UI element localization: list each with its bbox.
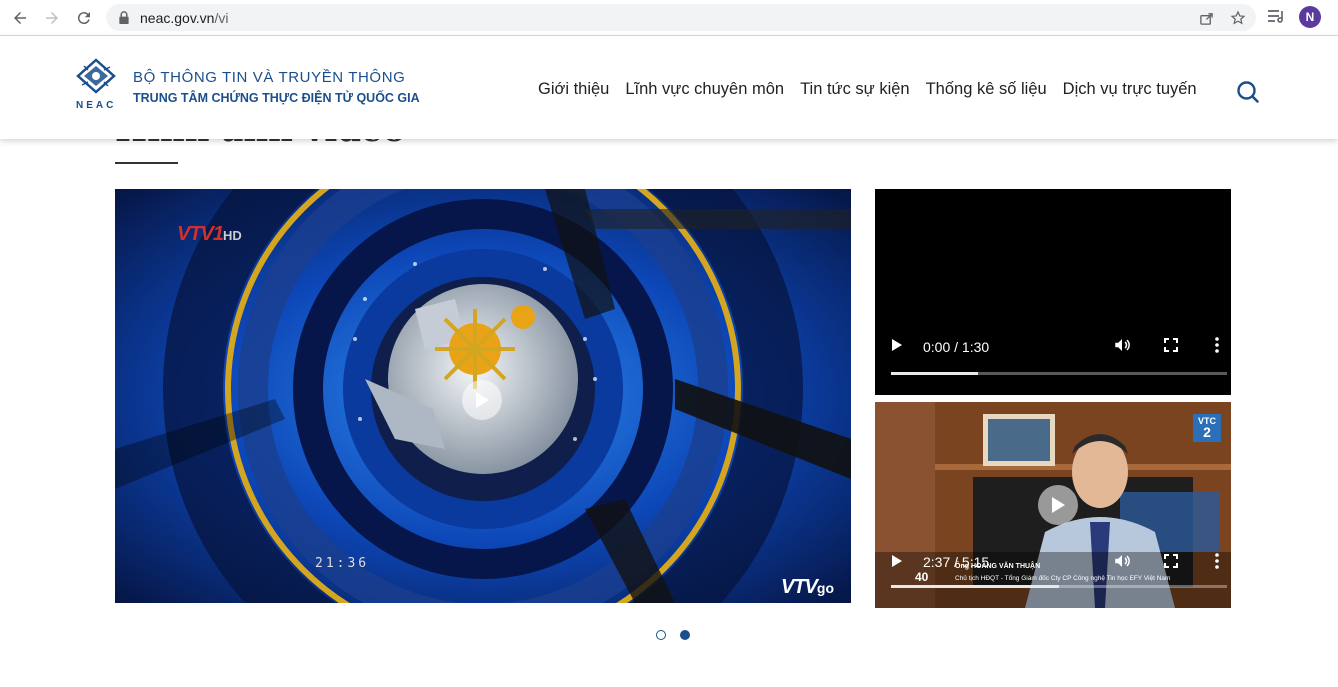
volume-icon — [1115, 339, 1130, 351]
star-icon[interactable] — [1228, 8, 1248, 28]
more-options-button[interactable] — [1215, 337, 1219, 353]
progress-bar[interactable] — [891, 372, 1227, 375]
vtc2-channel-badge: VTC 2 — [1193, 414, 1221, 442]
video-time: 0:00 / 1:30 — [923, 339, 990, 355]
video-controls-1: 0:00 / 1:30 — [875, 324, 1231, 375]
vtv1-channel-logo: VTV1HD — [177, 223, 242, 245]
reload-icon — [77, 12, 90, 25]
address-bar[interactable]: neac.gov.vn/vi — [106, 4, 1256, 31]
fullscreen-button[interactable] — [1164, 338, 1178, 352]
url-text: neac.gov.vn/vi — [140, 10, 229, 26]
menu-item-expertise[interactable]: Lĩnh vực chuyên môn — [625, 80, 784, 99]
play-icon — [1052, 497, 1065, 513]
main-menu: Giới thiệu Lĩnh vực chuyên môn Tin tức s… — [538, 80, 1197, 99]
volume-button[interactable] — [1113, 552, 1131, 570]
arrow-left-icon — [14, 12, 26, 24]
forward-button[interactable] — [40, 6, 64, 30]
ministry-name: BỘ THÔNG TIN VÀ TRUYỀN THÔNG — [133, 69, 406, 86]
play-icon — [892, 555, 902, 567]
vtvgo-watermark: VTVgo — [781, 576, 835, 598]
main-video-player[interactable]: VTV1HD 21:36 VTVgo — [115, 189, 851, 603]
arrow-right-icon — [46, 12, 58, 24]
center-name: TRUNG TÂM CHỨNG THỰC ĐIỆN TỬ QUỐC GIA — [133, 91, 420, 105]
menu-item-statistics[interactable]: Thống kê số liệu — [926, 80, 1047, 99]
menu-item-about[interactable]: Giới thiệu — [538, 80, 609, 99]
menu-item-news[interactable]: Tin tức sự kiện — [800, 80, 910, 99]
browser-toolbar: neac.gov.vn/vi N — [0, 0, 1338, 36]
carousel-dot[interactable] — [656, 630, 666, 640]
progress-fill — [891, 372, 979, 375]
more-vertical-icon — [1215, 553, 1219, 569]
back-button[interactable] — [8, 6, 32, 30]
fullscreen-icon — [1164, 338, 1178, 352]
search-icon[interactable] — [1236, 80, 1260, 104]
broadcast-clock: 21:36 — [315, 556, 370, 571]
play-icon — [476, 392, 489, 408]
play-button[interactable] — [891, 554, 903, 568]
side-video-player-2[interactable]: VTC 2 40 Ông HOÀNG VĂN THUẬN Chủ tịch HĐQ… — [875, 402, 1231, 608]
play-icon — [892, 339, 902, 351]
share-icon[interactable] — [1196, 8, 1216, 28]
play-button[interactable] — [891, 338, 903, 352]
play-overlay-button[interactable] — [462, 380, 502, 420]
media-queue-icon[interactable] — [1266, 8, 1286, 26]
volume-icon — [1115, 555, 1130, 567]
carousel-pagination — [656, 630, 690, 640]
more-vertical-icon — [1215, 337, 1219, 353]
logo-text: NEAC — [76, 100, 117, 111]
fullscreen-icon — [1164, 554, 1178, 568]
side-video-player-1[interactable]: 0:00 / 1:30 — [875, 189, 1231, 395]
carousel-dot-active[interactable] — [680, 630, 690, 640]
video-controls-2: 2:37 / 5:15 — [875, 537, 1231, 588]
menu-item-online-services[interactable]: Dịch vụ trực tuyến — [1063, 80, 1197, 99]
volume-button[interactable] — [1113, 336, 1131, 354]
more-options-button[interactable] — [1215, 553, 1219, 569]
site-header: NEAC BỘ THÔNG TIN VÀ TRUYỀN THÔNG TRUNG … — [0, 36, 1338, 139]
title-underline — [115, 162, 178, 164]
profile-avatar[interactable]: N — [1299, 6, 1321, 28]
video-time: 2:37 / 5:15 — [923, 554, 990, 570]
fullscreen-button[interactable] — [1164, 554, 1178, 568]
lock-icon — [119, 11, 129, 24]
reload-button[interactable] — [72, 6, 96, 30]
progress-fill — [891, 585, 1059, 588]
play-overlay-button[interactable] — [1038, 485, 1078, 525]
progress-bar[interactable] — [891, 585, 1227, 588]
